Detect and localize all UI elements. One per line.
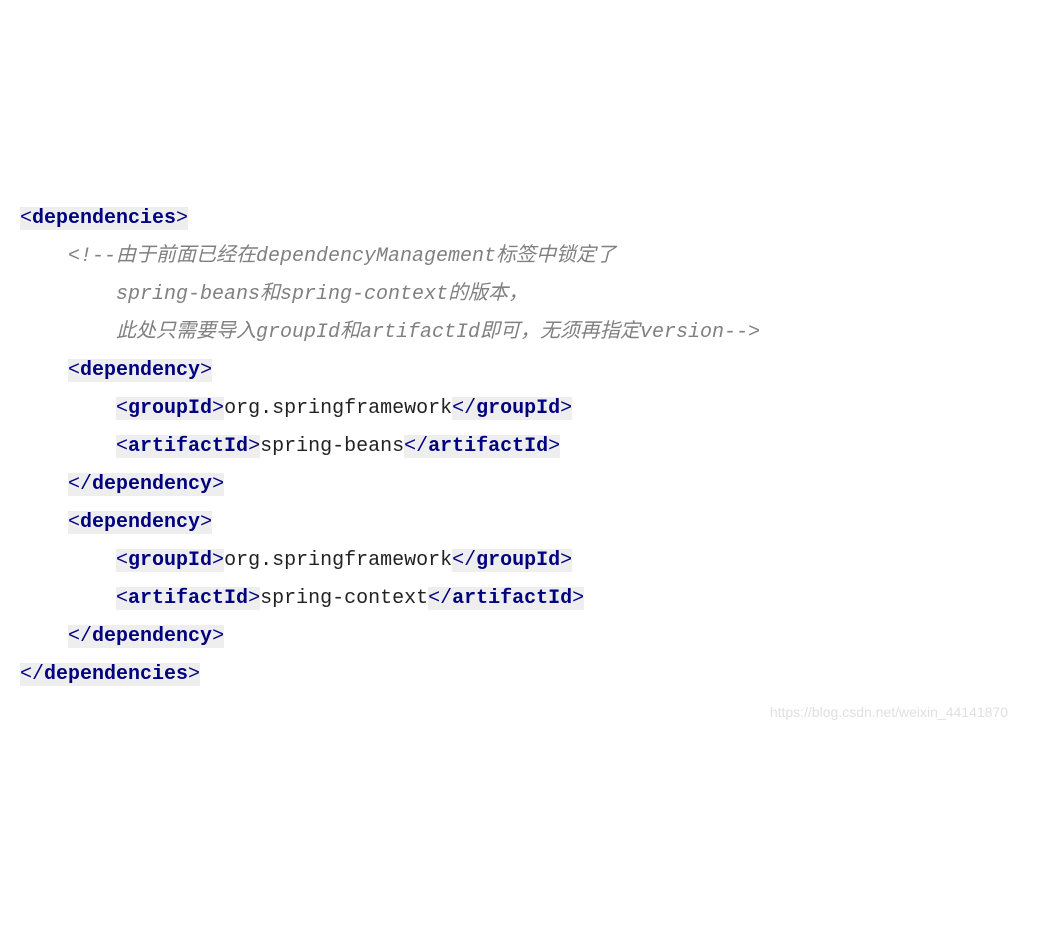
tag-artifactid-close-1: </artifactId> bbox=[404, 435, 560, 458]
tag-dependency-close-2: </dependency> bbox=[68, 625, 224, 648]
tag-groupid-open-2: <groupId> bbox=[116, 549, 224, 572]
tag-artifactid-open-2: <artifactId> bbox=[116, 587, 260, 610]
tag-groupid-open-1: <groupId> bbox=[116, 397, 224, 420]
tag-artifactid-close-2: </artifactId> bbox=[428, 587, 584, 610]
artifactid-value-1: spring-beans bbox=[260, 435, 404, 458]
tag-dependency-close-1: </dependency> bbox=[68, 473, 224, 496]
tag-dependencies-close: </dependencies> bbox=[20, 663, 200, 686]
groupid-value-1: org.springframework bbox=[224, 397, 452, 420]
xml-comment-line3: 此处只需要导入groupId和artifactId即可，无须再指定version… bbox=[116, 321, 760, 344]
artifactid-value-2: spring-context bbox=[260, 587, 428, 610]
watermark-text: https://blog.csdn.net/weixin_44141870 bbox=[770, 699, 1008, 726]
tag-dependencies-open: <dependencies> bbox=[20, 207, 188, 230]
tag-groupid-close-2: </groupId> bbox=[452, 549, 572, 572]
tag-artifactid-open-1: <artifactId> bbox=[116, 435, 260, 458]
xml-comment-line1: <!--由于前面已经在dependencyManagement标签中锁定了 bbox=[68, 245, 616, 268]
groupid-value-2: org.springframework bbox=[224, 549, 452, 572]
xml-comment-line2: spring-beans和spring-context的版本， bbox=[116, 283, 528, 306]
tag-dependency-open-1: <dependency> bbox=[68, 359, 212, 382]
tag-dependency-open-2: <dependency> bbox=[68, 511, 212, 534]
tag-groupid-close-1: </groupId> bbox=[452, 397, 572, 420]
xml-code-block: <dependencies> <!--由于前面已经在dependencyMana… bbox=[20, 162, 1022, 732]
